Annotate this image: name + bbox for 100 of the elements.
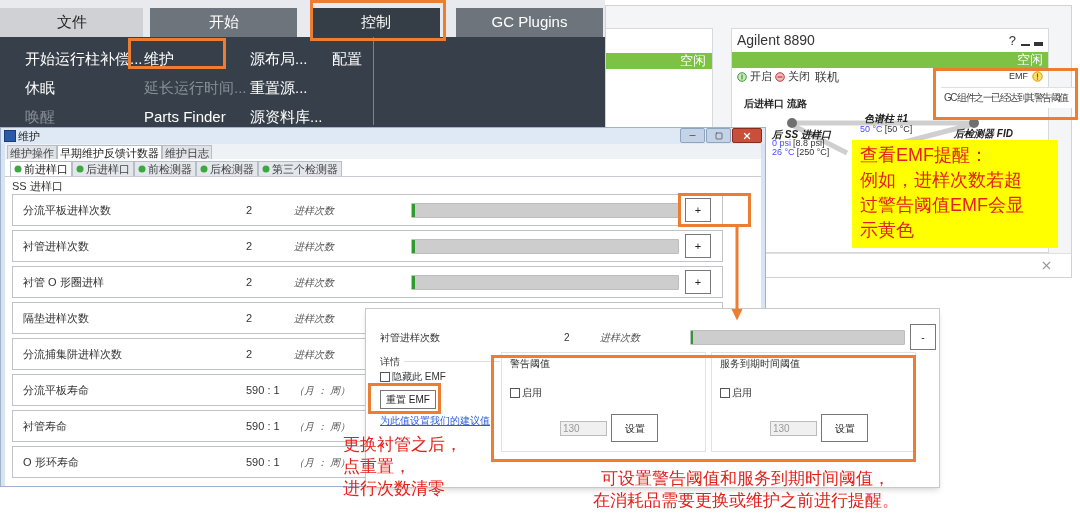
close-icon[interactable] xyxy=(1040,259,1053,272)
temperature-setpoint: [50 °C] xyxy=(884,124,913,134)
node-label: 后 SS 进样口 xyxy=(772,130,831,139)
pressure-reading: 0 psi xyxy=(772,139,791,148)
power-off-label[interactable]: 关闭 xyxy=(788,68,810,85)
temperature-reading: 26 °C xyxy=(772,148,795,157)
expand-button[interactable]: + xyxy=(685,234,711,258)
checkbox-label[interactable]: 隐藏此 EMF xyxy=(392,371,446,383)
ribbon-tab[interactable]: 文件 xyxy=(0,8,143,37)
menu-item[interactable]: 休眠 xyxy=(25,73,144,102)
ribbon-tab[interactable]: 开始 xyxy=(150,8,297,37)
menu-item[interactable]: 重置源... xyxy=(250,73,332,102)
expand-button[interactable]: + xyxy=(685,270,711,294)
tab[interactable]: 后进样口 xyxy=(72,161,134,176)
counter-unit: 进样次数 xyxy=(294,239,334,254)
counter-value: 2 xyxy=(246,202,254,218)
tab[interactable]: 早期维护反馈计数器 xyxy=(57,145,162,159)
checkbox-label[interactable]: 启用 xyxy=(732,385,752,400)
status-bar: 空闲 xyxy=(606,53,712,69)
counter-value: 2 xyxy=(564,330,571,345)
ribbon-tab[interactable]: 控制 xyxy=(312,8,440,37)
counter-value: 590 : 1 xyxy=(246,418,281,434)
mode-label: 联机 xyxy=(815,68,839,86)
counter-label: 衬管进样次数 xyxy=(380,330,441,345)
app-icon xyxy=(4,130,16,142)
status-dot-icon xyxy=(200,165,208,173)
temperature-reading: 50 °C xyxy=(860,124,883,134)
menu-item[interactable]: 维护 xyxy=(144,44,250,73)
menu-item[interactable]: 源布局... xyxy=(250,44,332,73)
power-on-label[interactable]: 开启 xyxy=(750,68,772,85)
tab[interactable]: 维护操作 xyxy=(7,145,57,159)
counter-label: 隔垫进样次数 xyxy=(22,310,90,326)
counter-label: 衬管 O 形圈进样 xyxy=(22,274,105,290)
node-label: 后检测器 FID xyxy=(954,129,1013,139)
counter-label: 分流平板进样次数 xyxy=(22,202,112,218)
instrument-title: Agilent 8890 xyxy=(737,31,815,50)
tab[interactable]: 第三个检测器 xyxy=(258,161,342,176)
set-button[interactable]: 设置 xyxy=(611,414,658,442)
counter-unit: 进样次数 xyxy=(294,347,334,362)
status-dot-icon xyxy=(76,165,84,173)
checkbox-label[interactable]: 启用 xyxy=(522,385,542,400)
counter-label: 分流捕集阱进样次数 xyxy=(22,346,123,362)
status-bar: 空闲 xyxy=(732,52,1048,68)
expand-button[interactable]: + xyxy=(685,198,711,222)
checkbox[interactable] xyxy=(380,372,390,382)
power-on-icon[interactable] xyxy=(737,71,747,82)
node-label: 色谱柱 #1 xyxy=(864,114,909,124)
set-button[interactable]: 设置 xyxy=(821,414,868,442)
power-off-icon[interactable] xyxy=(775,71,785,82)
counter-value: 2 xyxy=(246,346,254,362)
group-title: 警告阈值 xyxy=(510,357,551,371)
menu-item[interactable]: Parts Finder xyxy=(144,102,250,131)
counter-unit: （月 ： 周） xyxy=(294,419,350,434)
ribbon-tab[interactable]: GC Plugins xyxy=(456,8,603,37)
tab[interactable]: 后检测器 xyxy=(196,161,258,176)
counter-unit: 进样次数 xyxy=(294,275,334,290)
menu-item[interactable]: 源资料库... xyxy=(250,102,332,131)
close-icon xyxy=(742,130,752,141)
counter-value: 590 : 1 xyxy=(246,382,281,398)
counter-label: 衬管进样次数 xyxy=(22,238,90,254)
reset-button[interactable]: 重置 EMF xyxy=(380,390,436,409)
counter-unit: 进样次数 xyxy=(294,203,334,218)
tab[interactable]: 维护日志 xyxy=(162,145,212,159)
status-dot-icon xyxy=(262,165,270,173)
counter-label: 衬管寿命 xyxy=(22,418,68,434)
counter-unit: 进样次数 xyxy=(600,330,642,345)
maximize-icon xyxy=(714,131,723,140)
pressure-setpoint: [8.8 psi] xyxy=(793,139,825,148)
counter-label: 分流平板寿命 xyxy=(22,382,90,398)
minimize-icon[interactable] xyxy=(1021,43,1030,46)
help-button[interactable]: ? xyxy=(1008,30,1016,51)
counter-value: 2 xyxy=(246,274,254,290)
temperature-setpoint: [250 °C] xyxy=(796,148,830,157)
emf-label[interactable]: EMF xyxy=(1009,69,1028,84)
collapse-icon[interactable] xyxy=(1034,41,1043,46)
group-title: 服务到期时间阈值 xyxy=(720,357,801,371)
menu-item[interactable]: 开始运行柱补偿... xyxy=(25,44,144,73)
group-title: SS 进样口 xyxy=(11,179,64,194)
annotation-note: 可设置警告阈值和服务到期时间阈值， 在消耗品需要更换或维护之前进行提醒。 xyxy=(591,468,900,512)
counter-value: 590 : 1 xyxy=(246,454,281,470)
close-button[interactable] xyxy=(732,128,762,143)
counter-label: O 形环寿命 xyxy=(22,454,80,470)
counter-value: 2 xyxy=(246,310,254,326)
checkbox[interactable] xyxy=(510,387,520,398)
tab[interactable]: 前检测器 xyxy=(134,161,196,176)
default-value-link[interactable]: 为此值设置我们的建议值 xyxy=(380,415,490,427)
emf-tooltip: GC 组件之一已经达到其警告阈值 xyxy=(941,87,1077,108)
flow-path-title: 后进样口 流路 xyxy=(744,97,807,111)
menu-item[interactable]: 配置 xyxy=(332,44,373,73)
status-dot-icon xyxy=(14,165,22,173)
counter-unit: （月 ： 周） xyxy=(294,383,350,398)
tab[interactable]: 前进样口 xyxy=(10,161,72,176)
counter-value: 2 xyxy=(246,238,254,254)
section-title: 详情 xyxy=(380,355,400,369)
counter-unit: 进样次数 xyxy=(294,311,334,326)
collapse-button[interactable]: - xyxy=(910,324,936,350)
status-dot-icon xyxy=(138,165,146,173)
window-title: 维护 xyxy=(18,128,40,144)
annotation-note: 查看EMF提醒： 例如，进样次数若超 过警告阈值EMF会显 示黄色 xyxy=(852,140,1058,248)
checkbox[interactable] xyxy=(720,387,730,398)
